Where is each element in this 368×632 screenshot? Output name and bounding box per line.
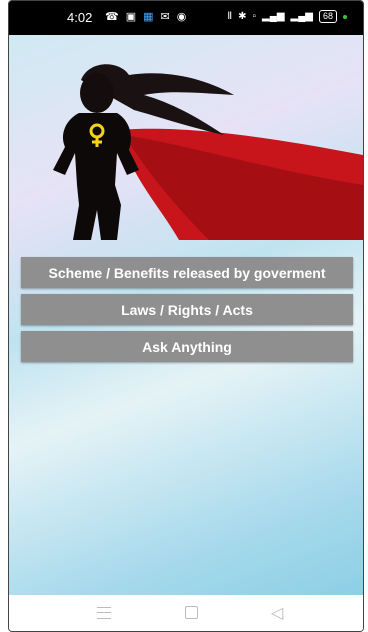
system-nav-bar: ◁ <box>9 595 363 631</box>
laws-rights-acts-button[interactable]: Laws / Rights / Acts <box>21 294 353 325</box>
status-time: 4:02 <box>67 10 93 25</box>
app-icon: ▦ <box>143 11 154 23</box>
charging-dot <box>343 14 347 19</box>
home-button[interactable] <box>185 603 198 619</box>
back-triangle-icon: ◁ <box>271 605 284 622</box>
chat-icon: ◉ <box>176 11 187 23</box>
head-shape <box>80 73 114 113</box>
phone-icon: ☎ <box>105 11 119 23</box>
volte-icon: ▫ <box>252 11 257 22</box>
menu-icon <box>97 607 111 619</box>
status-left-icons: ☎ ▣ ▦ ✉ ◉ <box>105 10 186 23</box>
vibrate-icon: Ⅱ <box>227 11 233 22</box>
camera-icon: ▣ <box>125 11 137 23</box>
signal-icon: ▂▄▆ <box>262 11 285 22</box>
bluetooth-icon: ✱ <box>238 11 247 22</box>
main-content: Scheme / Benefits released by goverment … <box>9 35 363 595</box>
battery-indicator: 68 <box>318 10 337 23</box>
status-bar: 4:02 ☎ ▣ ▦ ✉ ◉ Ⅱ ✱ ▫ ▂▄▆ ▂▄▆ 68 <box>9 1 363 35</box>
ask-anything-button[interactable]: Ask Anything <box>21 331 353 362</box>
home-icon <box>185 606 198 619</box>
body-shape <box>53 113 139 240</box>
mail-icon: ✉ <box>160 11 170 23</box>
back-button[interactable]: ◁ <box>271 603 283 623</box>
signal-icon-2: ▂▄▆ <box>290 11 313 22</box>
schemes-benefits-button[interactable]: Scheme / Benefits released by goverment <box>21 257 353 288</box>
superwoman-banner <box>53 64 363 240</box>
recent-apps-button[interactable] <box>97 603 111 619</box>
phone-frame: 4:02 ☎ ▣ ▦ ✉ ◉ Ⅱ ✱ ▫ ▂▄▆ ▂▄▆ 68 Scheme /… <box>8 0 364 632</box>
status-right-icons: Ⅱ ✱ ▫ ▂▄▆ ▂▄▆ 68 <box>227 10 347 23</box>
